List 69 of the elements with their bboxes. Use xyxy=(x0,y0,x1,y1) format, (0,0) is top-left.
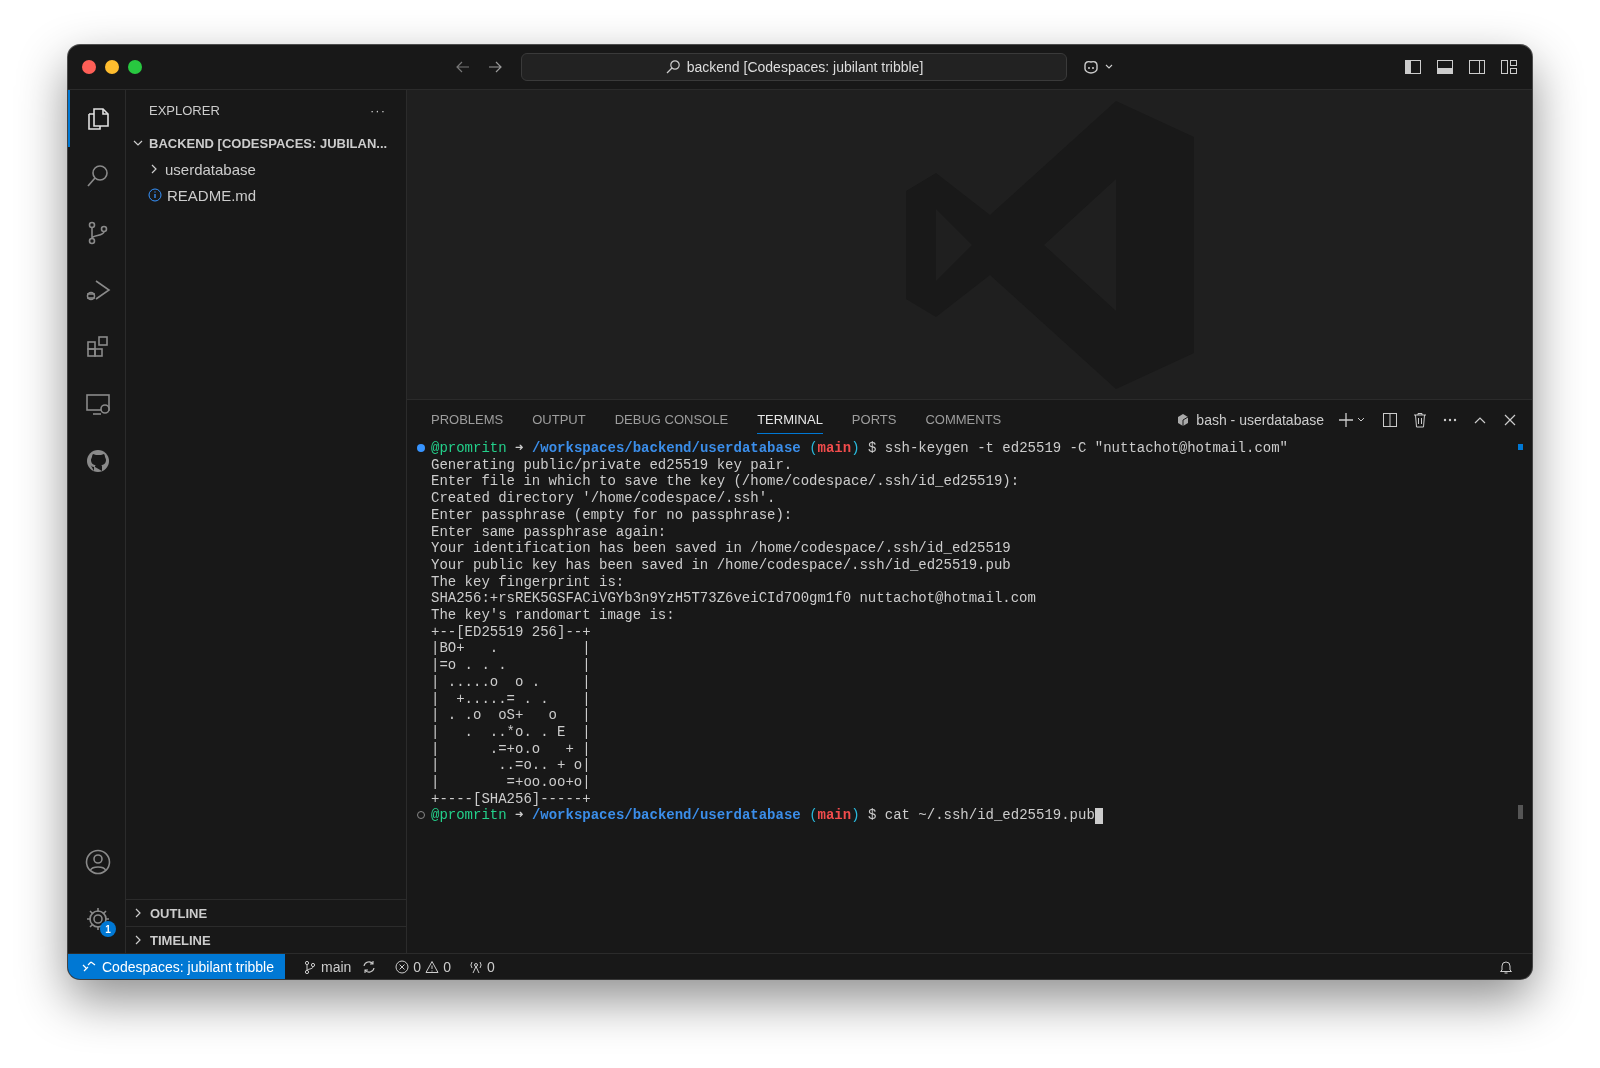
terminal-output: Enter file in which to save the key (/home/codespace/.ssh/id_ed25519): xyxy=(431,473,1020,491)
terminal-output: The key fingerprint is: xyxy=(431,573,625,591)
branch-icon xyxy=(303,959,317,974)
terminal-output: +--[ED25519 256]--+ xyxy=(431,623,591,641)
toggle-sidebar-icon[interactable] xyxy=(1404,59,1422,75)
terminal-output: |=o . . . | xyxy=(431,657,591,674)
terminal-prompt: @promritn ➜ /workspaces/backend/userdatabase (main) $ cat ~/.ssh/id_ed25519.pub xyxy=(431,807,1095,825)
trash-icon[interactable] xyxy=(1412,412,1428,428)
close-window-button[interactable] xyxy=(82,60,96,74)
terminal-output: | . .o oS+ o | xyxy=(431,707,591,724)
folder-item[interactable]: userdatabase xyxy=(126,156,406,182)
remote-icon xyxy=(82,959,96,974)
terminal-output: Your public key has been saved in /home/codespace/.ssh/id_ed25519.pub xyxy=(431,556,1011,574)
terminal-output: | =+oo.oo+o| xyxy=(431,774,591,791)
customize-layout-icon[interactable] xyxy=(1500,59,1518,75)
info-icon xyxy=(148,188,162,202)
terminal-output: Enter same passphrase again: xyxy=(431,523,667,541)
split-terminal-icon[interactable] xyxy=(1382,412,1398,428)
toggle-secondary-sidebar-icon[interactable] xyxy=(1468,59,1486,75)
antenna-icon xyxy=(468,959,483,974)
panel-tab[interactable]: OUTPUT xyxy=(532,406,586,434)
notification-badge: 1 xyxy=(100,921,116,937)
ports-indicator[interactable]: 0 xyxy=(468,958,495,975)
terminal-prompt: @promritn ➜ /workspaces/backend/userdatabase (main) $ ssh-keygen -t ed25519 -C "nuttachot@hotmail.com" xyxy=(431,440,1289,457)
panel-tab[interactable]: PROBLEMS xyxy=(431,406,504,434)
more-actions-button[interactable]: ··· xyxy=(370,102,386,118)
command-center-search[interactable]: backend [Codespaces: jubilant tribble] xyxy=(521,53,1067,81)
person-icon xyxy=(83,847,112,876)
problems-indicator[interactable]: 0 0 xyxy=(395,958,451,975)
scrollbar-marker xyxy=(1518,805,1523,819)
bell-icon[interactable] xyxy=(1498,958,1514,975)
file-item[interactable]: README.md xyxy=(126,182,406,208)
terminal-output: Created directory '/home/codespace/.ssh'. xyxy=(431,490,776,507)
warning-icon xyxy=(425,959,440,974)
error-icon xyxy=(395,959,410,974)
terminal-output: +----[SHA256]-----+ xyxy=(431,790,591,808)
terminal-output: SHA256:+rsREK5GSFACiVGYb3n9YzH5T73Z6veiCId7O0gm1f0 nuttachot@hotmail.com xyxy=(431,590,1036,608)
terminal-output: The key's randomart image is: xyxy=(431,607,675,624)
collapsed-section-header[interactable]: TIMELINE xyxy=(126,926,406,953)
panel-tab[interactable]: COMMENTS xyxy=(925,406,1002,434)
settings-button[interactable]: 1 xyxy=(68,890,125,947)
terminal-output: | .....o o . | xyxy=(431,673,591,691)
terminal-output: |BO+ . | xyxy=(431,640,591,658)
panel-tab[interactable]: TERMINAL xyxy=(757,406,823,434)
panel-tab[interactable]: PORTS xyxy=(851,406,897,434)
branch-indicator[interactable]: main xyxy=(303,958,352,975)
command-decoration-icon[interactable] xyxy=(417,444,425,452)
minimize-window-button[interactable] xyxy=(105,60,119,74)
search-icon xyxy=(664,59,681,75)
cube-icon xyxy=(1176,413,1191,427)
terminal-output: | ..=o.. + o| xyxy=(431,757,591,775)
terminal-selector[interactable]: bash - userdatabase xyxy=(1176,412,1324,428)
terminal-output: | +.....= . . | xyxy=(431,690,591,708)
panel-tab[interactable]: DEBUG CONSOLE xyxy=(614,406,729,434)
terminal-output: | .=+o.o + | xyxy=(431,740,591,758)
terminal-output: Generating public/private ed25519 key pair. xyxy=(431,456,793,474)
scrollbar-marker xyxy=(1518,444,1523,450)
terminal-output: Your identification has been saved in /home/codespace/.ssh/id_ed25519 xyxy=(431,540,1011,557)
sidebar-title: EXPLORER xyxy=(149,102,220,118)
workspace-folder-item[interactable]: BACKEND [CODESPACES: JUBILAN... xyxy=(126,130,406,156)
zoom-window-button[interactable] xyxy=(128,60,142,74)
close-icon[interactable] xyxy=(1502,412,1518,428)
back-arrow-icon[interactable] xyxy=(455,59,471,75)
collapsed-section-header[interactable]: OUTLINE xyxy=(126,899,406,926)
terminal-output: Enter passphrase (empty for no passphrase): xyxy=(431,506,793,524)
forward-arrow-icon[interactable] xyxy=(487,59,503,75)
terminal-output: | . ..*o. . E | xyxy=(431,723,591,741)
remote-indicator[interactable]: Codespaces: jubilant tribble xyxy=(68,954,285,979)
toggle-panel-icon[interactable] xyxy=(1436,59,1454,75)
